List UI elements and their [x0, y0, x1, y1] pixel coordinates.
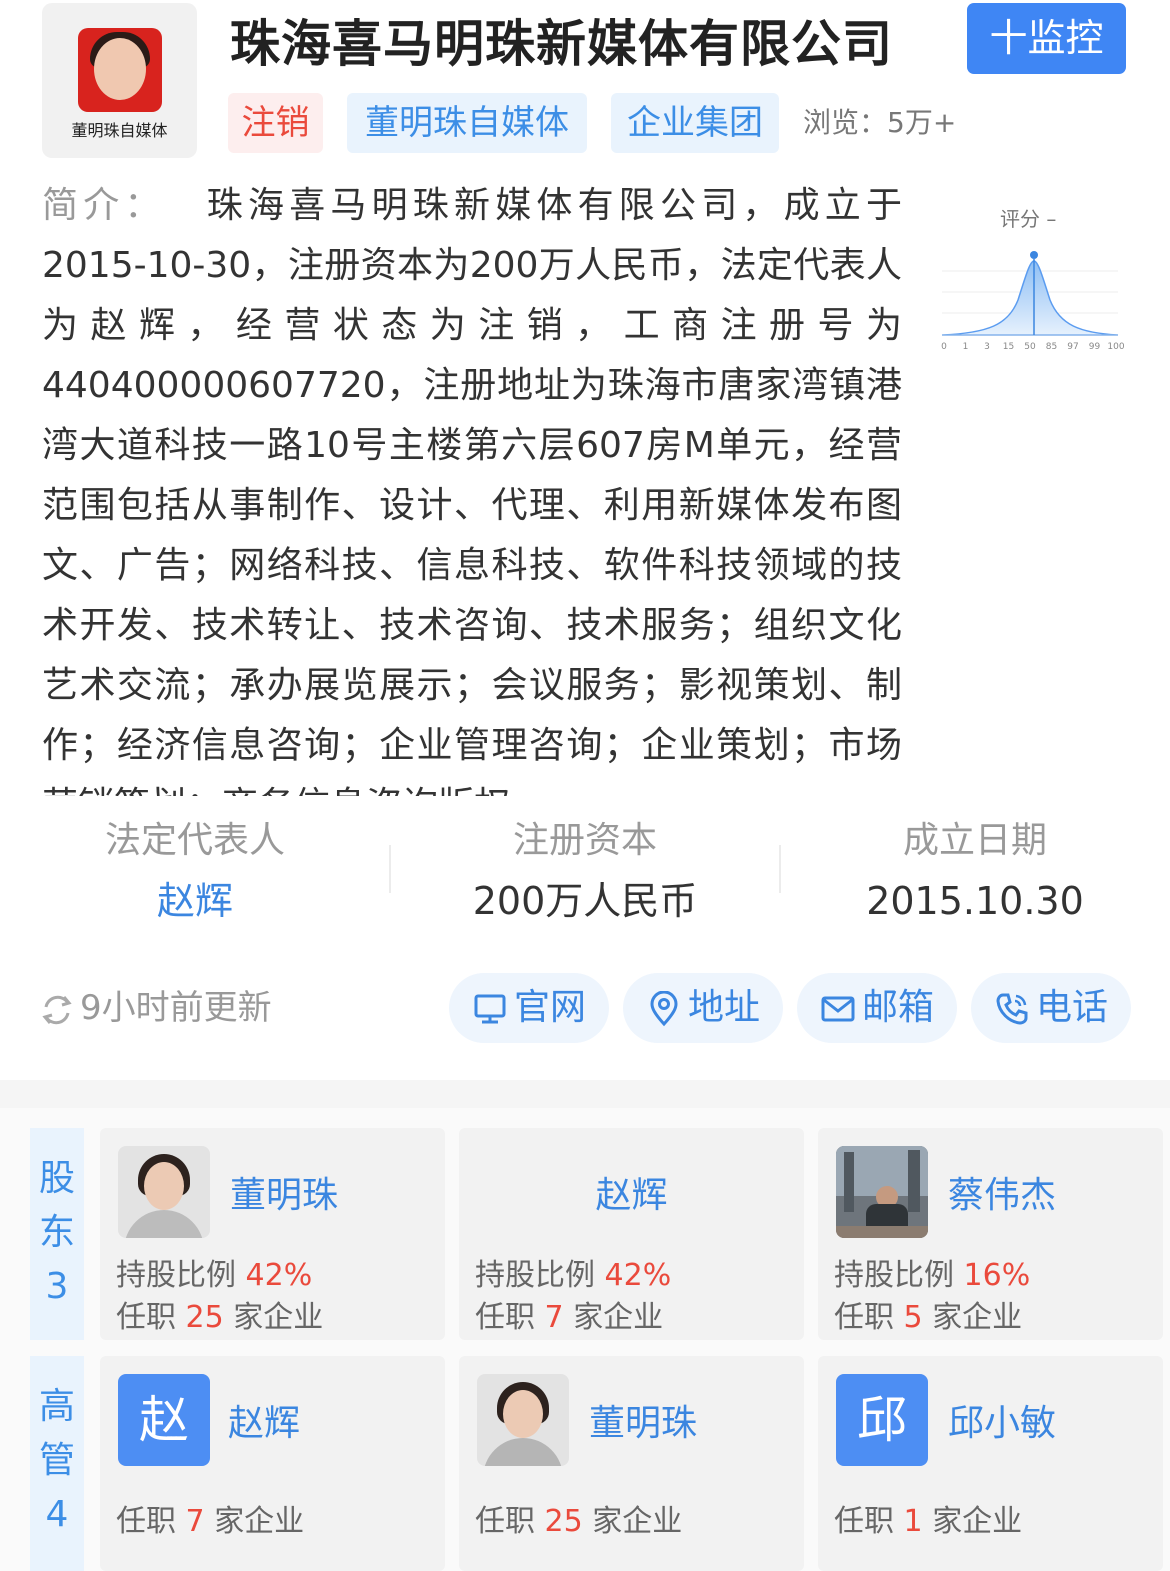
company-name: 珠海喜马明珠新媒体有限公司 [230, 15, 893, 73]
capital-value: 200万人民币 [472, 879, 698, 923]
media-tag[interactable]: 董明珠自媒体 [347, 93, 587, 153]
score-curve [941, 260, 1119, 336]
address-label: 地址 [687, 987, 760, 1028]
shareholders-tab[interactable]: 股 东 3 [30, 1128, 84, 1340]
score-tick-label: 50 [1024, 342, 1036, 352]
refresh-icon [42, 995, 72, 1024]
phone-button[interactable]: 电话 [971, 973, 1131, 1043]
logo-portrait [78, 28, 162, 112]
score-tick-label: 85 [1046, 342, 1057, 352]
email-label: 邮箱 [861, 987, 934, 1028]
update-status[interactable]: 9小时前更新 [38, 985, 272, 1031]
capital-stat: 注册资本 200万人民币 [390, 818, 780, 924]
status-tag[interactable]: 注销 [228, 93, 323, 153]
shareholder-card[interactable]: 董明珠 持股比例 42% 任职 25 家企业 [100, 1128, 445, 1340]
executive-name[interactable]: 邱小敏 [948, 1394, 1056, 1446]
job-count: 任职 7 家企业 [475, 1300, 664, 1335]
holding-ratio: 持股比例 16% [834, 1258, 1031, 1293]
update-text: 9小时前更新 [80, 988, 272, 1028]
website-button[interactable]: 官网 [449, 973, 609, 1043]
side-char: 东 [38, 1212, 75, 1253]
group-tag[interactable]: 企业集团 [611, 93, 779, 153]
executive-count: 4 [45, 1494, 69, 1535]
job-count: 任职 7 家企业 [116, 1504, 305, 1539]
score-distribution-chart[interactable]: 0 1 3 15 50 85 97 99 100 [938, 245, 1128, 355]
executive-card[interactable]: 董明珠 任职 25 家企业 [459, 1356, 804, 1571]
founded-label: 成立日期 [902, 820, 1047, 861]
email-button[interactable]: 邮箱 [797, 973, 957, 1043]
job-count: 任职 25 家企业 [116, 1300, 324, 1335]
view-count: 浏览：5万+ [803, 106, 957, 139]
shareholder-count: 3 [45, 1266, 69, 1307]
shareholder-card[interactable]: 蔡伟杰 持股比例 16% 任职 5 家企业 [818, 1128, 1163, 1340]
intro-text: 珠海喜马明珠新媒体有限公司，成立于2015-10-30，注册资本为200万人民币… [42, 185, 902, 796]
avatar: 赵 [118, 1374, 210, 1466]
executive-card[interactable]: 赵 赵辉 任职 7 家企业 [100, 1356, 445, 1571]
score-tick-label: 3 [984, 342, 990, 352]
score-marker [1030, 251, 1038, 259]
job-count: 任职 25 家企业 [475, 1504, 683, 1539]
website-label: 官网 [513, 987, 586, 1028]
founded-value: 2015.10.30 [866, 879, 1084, 923]
score-tick-label: 99 [1089, 342, 1101, 352]
score-tick-label: 0 [941, 342, 947, 352]
shareholder-name[interactable]: 赵辉 [459, 1166, 804, 1218]
capital-label: 注册资本 [512, 820, 657, 861]
legal-rep-label: 法定代表人 [104, 820, 285, 861]
executive-name[interactable]: 赵辉 [228, 1394, 300, 1446]
logo-text: 董明珠自媒体 [71, 121, 168, 140]
shareholder-name[interactable]: 董明珠 [230, 1166, 338, 1218]
phone-label: 电话 [1035, 987, 1108, 1028]
score-tick-label: 1 [963, 342, 969, 352]
shareholder-name[interactable]: 蔡伟杰 [948, 1166, 1056, 1218]
monitor-button[interactable]: 十监控 [967, 3, 1126, 74]
intro-label: 简介： [42, 185, 166, 226]
job-count: 任职 5 家企业 [834, 1300, 1023, 1335]
monitor-icon [474, 994, 506, 1024]
executive-card[interactable]: 邱 邱小敏 任职 1 家企业 [818, 1356, 1163, 1571]
score-tick-label: 97 [1067, 342, 1078, 352]
job-count: 任职 1 家企业 [834, 1504, 1023, 1539]
avatar [118, 1146, 210, 1238]
executives-tab[interactable]: 高 管 4 [30, 1356, 84, 1571]
score-label: 评分 – [1000, 207, 1057, 231]
mail-icon [821, 996, 855, 1022]
executive-name[interactable]: 董明珠 [589, 1394, 697, 1446]
shareholder-card[interactable]: 赵辉 持股比例 42% 任职 7 家企业 [459, 1128, 804, 1340]
holding-ratio: 持股比例 42% [475, 1258, 672, 1293]
company-intro[interactable]: 简介： 珠海喜马明珠新媒体有限公司，成立于2015-10-30，注册资本为200万… [42, 176, 902, 796]
address-button[interactable]: 地址 [623, 973, 783, 1043]
holding-ratio: 持股比例 42% [116, 1258, 313, 1293]
avatar [836, 1146, 928, 1238]
side-char: 高 [38, 1386, 75, 1427]
side-char: 股 [38, 1158, 75, 1199]
legal-rep-value[interactable]: 赵辉 [0, 878, 390, 924]
phone-icon [996, 993, 1028, 1025]
location-pin-icon [650, 990, 678, 1027]
score-tick-label: 100 [1107, 342, 1124, 352]
avatar: 邱 [836, 1374, 928, 1466]
legal-rep-stat[interactable]: 法定代表人 赵辉 [0, 818, 390, 924]
section-divider [0, 1080, 1170, 1108]
side-char: 管 [38, 1440, 75, 1481]
founded-stat: 成立日期 2015.10.30 [780, 818, 1170, 924]
score-tick-label: 15 [1003, 342, 1014, 352]
avatar [477, 1374, 569, 1466]
company-logo: 董明珠自媒体 [42, 3, 197, 158]
